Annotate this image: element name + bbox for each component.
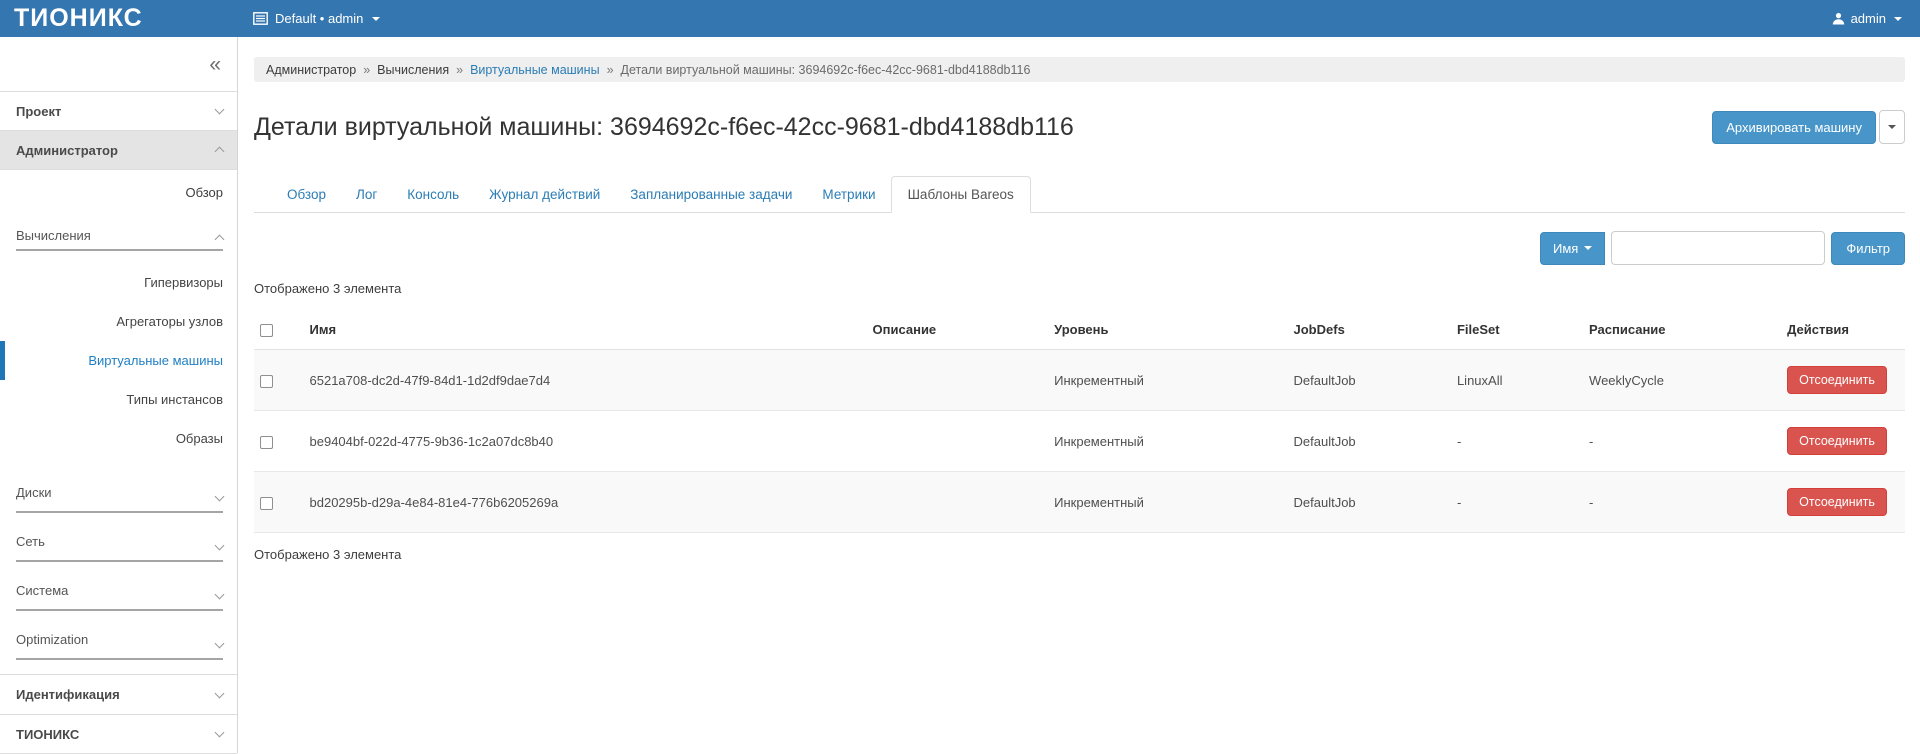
project-context-switcher[interactable]: Default • admin [238,11,380,26]
row-checkbox[interactable] [260,497,273,510]
filter-submit-button[interactable]: Фильтр [1831,232,1905,265]
sidebar-item-hypervisors[interactable]: Гипервизоры [0,263,237,302]
cell-schedule: - [1583,472,1781,533]
cell-level: Инкрементный [1048,411,1287,472]
tab-scheduled-tasks[interactable]: Запланированные задачи [615,177,807,212]
column-header-schedule: Расписание [1583,310,1781,350]
top-navbar: ТИОНИКС Default • admin admin [0,0,1920,37]
chevron-down-icon [1894,17,1902,21]
row-checkbox[interactable] [260,436,273,449]
tab-action-log[interactable]: Журнал действий [474,177,615,212]
breadcrumb: Администратор » Вычисления » Виртуальные… [254,57,1905,82]
cell-jobdefs: DefaultJob [1288,472,1451,533]
chevron-down-icon [215,728,225,738]
sidebar-panel-admin[interactable]: Администратор [0,131,237,170]
column-header-actions: Действия [1781,310,1905,350]
items-shown-top: Отображено 3 элемента [254,281,1905,296]
tab-console[interactable]: Консоль [392,177,474,212]
column-header-fileset: FileSet [1451,310,1583,350]
table-row: bd20295b-d29a-4e84-81e4-776b6205269a Инк… [254,472,1905,533]
sidebar-panel-project[interactable]: Проект [0,92,237,131]
cell-schedule: - [1583,411,1781,472]
row-checkbox[interactable] [260,375,273,388]
sidebar-item-instances[interactable]: Виртуальные машины [0,341,237,380]
chevron-down-icon [215,688,225,698]
cell-fileset: LinuxAll [1451,350,1583,411]
breadcrumb-admin[interactable]: Администратор [266,63,356,77]
projects-list-icon [253,12,268,25]
sidebar-section-optimization[interactable]: Optimization [16,611,223,660]
sidebar-section-network[interactable]: Сеть [16,513,223,562]
detach-button[interactable]: Отсоединить [1787,366,1887,394]
table-header-row: Имя Описание Уровень JobDefs FileSet Рас… [254,310,1905,350]
archive-instance-button[interactable]: Архивировать машину [1712,111,1876,144]
chevron-down-icon [1888,125,1896,129]
cell-fileset: - [1451,472,1583,533]
detail-tabs: Обзор Лог Консоль Журнал действий Заплан… [254,176,1905,213]
column-header-name: Имя [304,310,867,350]
chevron-down-icon [215,590,225,600]
chevron-down-icon [215,639,225,649]
main-content: Администратор » Вычисления » Виртуальные… [239,37,1920,753]
breadcrumb-compute[interactable]: Вычисления [377,63,449,77]
chevron-down-icon [1584,246,1592,250]
context-label: Default • admin [275,11,363,26]
sidebar: « Проект Администратор Обзор Вычисления … [0,37,238,753]
column-header-level: Уровень [1048,310,1287,350]
tab-metrics[interactable]: Метрики [807,177,890,212]
sidebar-item-host-aggregates[interactable]: Агрегаторы узлов [0,302,237,341]
breadcrumb-current: Детали виртуальной машины: 3694692c-f6ec… [621,63,1031,77]
user-icon [1832,12,1845,25]
chevron-down-icon [215,492,225,502]
sidebar-item-images[interactable]: Образы [0,419,237,458]
cell-level: Инкрементный [1048,472,1287,533]
sidebar-panel-tionix[interactable]: ТИОНИКС [0,714,237,754]
chevron-up-icon [215,235,225,245]
select-all-checkbox[interactable] [260,324,273,337]
page-title: Детали виртуальной машины: 3694692c-f6ec… [254,110,1074,144]
tionix-logo: ТИОНИКС [14,4,143,32]
user-label: admin [1851,11,1886,26]
sidebar-panel-identity[interactable]: Идентификация [0,674,237,714]
breadcrumb-instances-link[interactable]: Виртуальные машины [470,63,600,77]
chevron-down-icon [372,17,380,21]
sidebar-section-system[interactable]: Система [16,562,223,611]
cell-description [867,472,1049,533]
cell-name: 6521a708-dc2d-47f9-84d1-1d2df9dae7d4 [304,350,867,411]
column-header-description: Описание [867,310,1049,350]
tab-log[interactable]: Лог [341,177,392,212]
chevron-down-icon [215,541,225,551]
sidebar-item-overview[interactable]: Обзор [0,170,237,214]
filter-input[interactable] [1611,231,1825,265]
table-row: 6521a708-dc2d-47f9-84d1-1d2df9dae7d4 Инк… [254,350,1905,411]
table-row: be9404bf-022d-4775-9b36-1c2a07dc8b40 Инк… [254,411,1905,472]
actions-dropdown-toggle[interactable] [1879,110,1905,144]
filter-field-dropdown[interactable]: Имя [1540,232,1605,265]
sidebar-item-flavors[interactable]: Типы инстансов [0,380,237,419]
cell-jobdefs: DefaultJob [1288,411,1451,472]
detach-button[interactable]: Отсоединить [1787,427,1887,455]
bareos-templates-table: Имя Описание Уровень JobDefs FileSet Рас… [254,310,1905,533]
cell-fileset: - [1451,411,1583,472]
cell-name: bd20295b-d29a-4e84-81e4-776b6205269a [304,472,867,533]
tab-bareos-templates[interactable]: Шаблоны Bareos [891,176,1031,213]
items-shown-bottom: Отображено 3 элемента [254,533,1905,576]
cell-jobdefs: DefaultJob [1288,350,1451,411]
sidebar-collapse-button[interactable]: « [209,54,221,75]
cell-schedule: WeeklyCycle [1583,350,1781,411]
cell-description [867,350,1049,411]
detach-button[interactable]: Отсоединить [1787,488,1887,516]
user-menu[interactable]: admin [1832,11,1920,26]
sidebar-section-compute[interactable]: Вычисления [16,214,223,251]
chevron-down-icon [215,105,225,115]
column-header-jobdefs: JobDefs [1288,310,1451,350]
cell-description [867,411,1049,472]
tab-overview[interactable]: Обзор [272,177,341,212]
sidebar-section-volumes[interactable]: Диски [16,464,223,513]
chevron-up-icon [215,147,225,157]
cell-level: Инкрементный [1048,350,1287,411]
cell-name: be9404bf-022d-4775-9b36-1c2a07dc8b40 [304,411,867,472]
